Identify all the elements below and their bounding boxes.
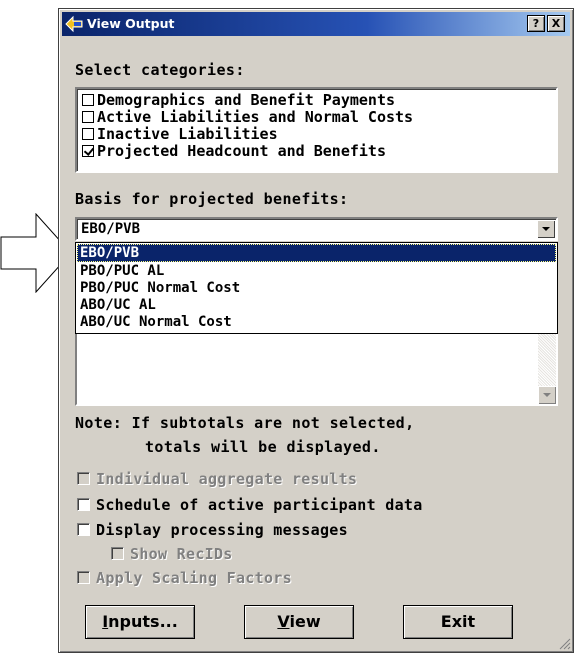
basis-label: Basis for projected benefits: bbox=[75, 190, 349, 208]
dropdown-button[interactable] bbox=[537, 220, 555, 238]
basis-option[interactable]: PBO/PUC Normal Cost bbox=[77, 279, 556, 297]
scroll-down-icon bbox=[543, 393, 551, 397]
inputs-button[interactable]: Inputs... bbox=[85, 605, 195, 639]
show-recids-checkbox[interactable]: Show RecIDs bbox=[111, 545, 233, 563]
basis-dropdown-list[interactable]: EBO/PVB PBO/PUC AL PBO/PUC Normal Cost A… bbox=[75, 242, 558, 334]
categories-label: Select categories: bbox=[75, 61, 245, 79]
view-output-dialog: View Output ? X Select categories: Demog… bbox=[58, 8, 574, 653]
category-projected-headcount[interactable]: Projected Headcount and Benefits bbox=[82, 142, 386, 160]
basis-combobox[interactable]: EBO/PVB bbox=[75, 217, 558, 241]
display-processing-checkbox[interactable]: Display processing messages bbox=[77, 521, 348, 539]
basis-option[interactable]: ABO/UC AL bbox=[77, 296, 556, 314]
app-icon bbox=[65, 15, 83, 33]
category-active-liabilities[interactable]: Active Liabilities and Normal Costs bbox=[82, 108, 413, 126]
title-bar[interactable]: View Output ? X bbox=[62, 12, 570, 36]
scroll-down-button[interactable] bbox=[538, 386, 556, 404]
dropdown-arrow-icon bbox=[542, 227, 550, 231]
checkbox-checked[interactable] bbox=[82, 145, 94, 157]
exit-button[interactable]: Exit bbox=[403, 605, 513, 639]
apply-scaling-checkbox[interactable]: Apply Scaling Factors bbox=[77, 569, 292, 587]
categories-list[interactable]: Demographics and Benefit Payments Active… bbox=[75, 87, 558, 173]
help-button[interactable]: ? bbox=[527, 15, 545, 32]
view-button[interactable]: View bbox=[244, 605, 354, 639]
category-inactive-liabilities[interactable]: Inactive Liabilities bbox=[82, 125, 278, 143]
individual-aggregate-checkbox[interactable]: Individual aggregate results bbox=[77, 470, 357, 488]
resize-grip-icon[interactable] bbox=[558, 637, 571, 650]
category-demographics[interactable]: Demographics and Benefit Payments bbox=[82, 91, 395, 109]
basis-option[interactable]: PBO/PUC AL bbox=[77, 262, 556, 280]
basis-selected-value: EBO/PVB bbox=[81, 221, 141, 237]
schedule-active-checkbox[interactable]: Schedule of active participant data bbox=[77, 496, 423, 514]
subtotals-note: Note: If subtotals are not selected, tot… bbox=[75, 414, 415, 456]
checkbox[interactable] bbox=[82, 128, 94, 140]
basis-option[interactable]: ABO/UC Normal Cost bbox=[77, 313, 556, 331]
window-title: View Output bbox=[87, 16, 175, 31]
checkbox[interactable] bbox=[82, 94, 94, 106]
basis-option[interactable]: EBO/PVB bbox=[77, 244, 556, 262]
checkbox[interactable] bbox=[82, 111, 94, 123]
close-button[interactable]: X bbox=[547, 15, 565, 32]
